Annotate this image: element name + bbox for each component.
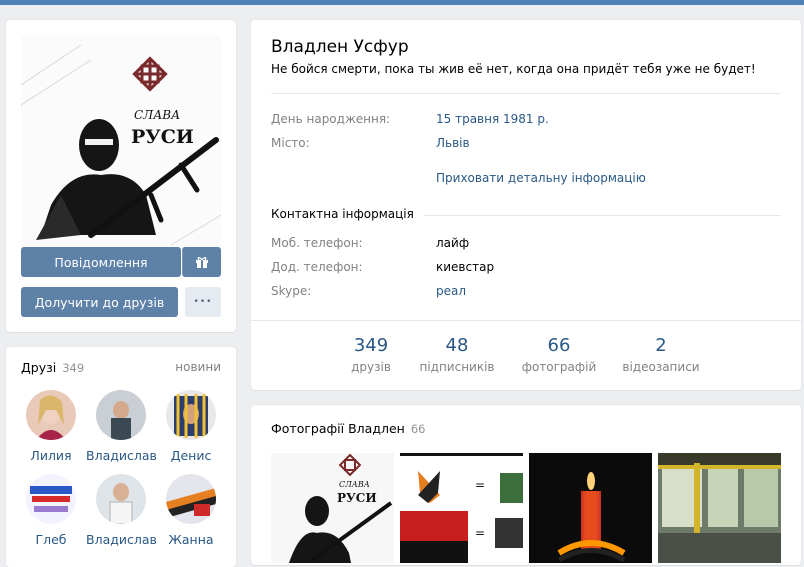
add-friend-label: Долучити до друзів xyxy=(34,294,165,310)
top-header-bar xyxy=(0,0,804,5)
photo-thumbnail[interactable]: СЛАВА РУСИ xyxy=(271,453,394,563)
friend-name[interactable]: Денис xyxy=(156,448,226,463)
friend-avatar[interactable] xyxy=(26,474,76,524)
profile-avatar[interactable]: СЛАВА РУСИ xyxy=(21,35,221,255)
friend-item[interactable]: Глеб xyxy=(16,474,86,547)
counter-friends[interactable]: 349 друзів xyxy=(326,335,416,374)
friend-name[interactable]: Лилия xyxy=(16,448,86,463)
mobile-label: Моб. телефон: xyxy=(271,236,363,250)
friend-avatar[interactable] xyxy=(96,390,146,440)
counter-photos[interactable]: 66 фотографій xyxy=(514,335,604,374)
divider xyxy=(271,93,781,94)
birthday-value[interactable]: 15 травня 1981 р. xyxy=(436,112,549,126)
friend-name[interactable]: Глеб xyxy=(16,532,86,547)
more-actions-button[interactable]: ••• xyxy=(185,287,221,317)
counter-followers[interactable]: 48 підписників xyxy=(412,335,502,374)
birthday-label: День народження: xyxy=(271,112,391,126)
mobile-value: лайф xyxy=(436,236,470,250)
contacts-title: Контактна інформація xyxy=(271,207,424,221)
photos-title: Фотографії Владлен xyxy=(271,421,405,436)
counter-value: 66 xyxy=(547,335,571,356)
avatar-logo-text-1: СЛАВА xyxy=(134,108,180,122)
counter-label: фотографій xyxy=(521,360,597,374)
friend-avatar[interactable] xyxy=(166,474,216,524)
friend-item[interactable]: Жанна xyxy=(156,474,226,547)
profile-counters: 349 друзів 48 підписників 66 фотографій … xyxy=(251,320,801,391)
friend-item[interactable]: Владислав xyxy=(86,390,157,463)
home-phone-value: киевстар xyxy=(436,260,495,274)
friend-item[interactable]: Денис xyxy=(156,390,226,463)
counter-label: підписників xyxy=(419,360,495,374)
gift-button[interactable] xyxy=(182,247,221,277)
svg-text:РУСИ: РУСИ xyxy=(337,491,377,505)
add-friend-button[interactable]: Долучити до друзів xyxy=(21,287,178,317)
profile-info-card: Владлен Усфур Не бойся смерти, пока ты ж… xyxy=(251,20,801,390)
svg-text:=: = xyxy=(475,526,485,540)
friend-name[interactable]: Владислав xyxy=(86,532,157,547)
photo-thumbnail[interactable]: = = xyxy=(400,453,523,563)
skype-label: Skype: xyxy=(271,284,312,298)
photos-card: Фотографії Владлен 66 СЛАВА РУСИ = = xyxy=(251,405,801,565)
friends-news-link[interactable]: новини xyxy=(175,360,221,374)
send-message-button[interactable]: Повідомлення xyxy=(21,247,181,277)
svg-text:СЛАВА: СЛАВА xyxy=(339,480,370,489)
friend-avatar[interactable] xyxy=(26,390,76,440)
friends-card: Друзі 349 новини Лилия Владислав Денис Гл… xyxy=(6,347,236,567)
friends-title[interactable]: Друзі xyxy=(21,360,56,375)
photos-count: 66 xyxy=(410,422,426,436)
friend-name[interactable]: Жанна xyxy=(156,532,226,547)
profile-name: Владлен Усфур xyxy=(271,37,409,57)
city-value[interactable]: Львів xyxy=(436,136,470,150)
toggle-details-link[interactable]: Приховати детальну інформацію xyxy=(436,171,646,185)
svg-text:=: = xyxy=(475,478,485,492)
send-message-label: Повідомлення xyxy=(54,254,148,270)
home-phone-label: Дод. телефон: xyxy=(271,260,363,274)
friend-name[interactable]: Владислав xyxy=(86,448,157,463)
profile-status[interactable]: Не бойся смерти, пока ты жив её нет, ког… xyxy=(271,62,756,76)
avatar-logo-text-2: РУСИ xyxy=(131,126,194,148)
photo-thumbnail[interactable] xyxy=(658,453,781,563)
counter-label: друзів xyxy=(351,360,391,374)
friend-item[interactable]: Лилия xyxy=(16,390,86,463)
photo-thumbnail[interactable] xyxy=(529,453,652,563)
counter-value: 2 xyxy=(655,335,667,356)
avatar-card: СЛАВА РУСИ Повідомлення Долучити до друз… xyxy=(6,20,236,332)
friend-item[interactable]: Владислав xyxy=(86,474,157,547)
more-dots-icon: ••• xyxy=(193,297,213,307)
counter-value: 349 xyxy=(353,335,389,356)
counter-label: відеозаписи xyxy=(622,360,700,374)
skype-value[interactable]: реал xyxy=(436,284,466,298)
city-label: Місто: xyxy=(271,136,310,150)
friends-count: 349 xyxy=(62,361,85,375)
counter-videos[interactable]: 2 відеозаписи xyxy=(616,335,706,374)
friends-header: Друзі 349 новини xyxy=(21,360,221,375)
friend-avatar[interactable] xyxy=(96,474,146,524)
photos-header[interactable]: Фотографії Владлен 66 xyxy=(271,421,425,436)
counter-value: 48 xyxy=(445,335,469,356)
gift-icon xyxy=(196,257,208,268)
friend-avatar[interactable] xyxy=(166,390,216,440)
